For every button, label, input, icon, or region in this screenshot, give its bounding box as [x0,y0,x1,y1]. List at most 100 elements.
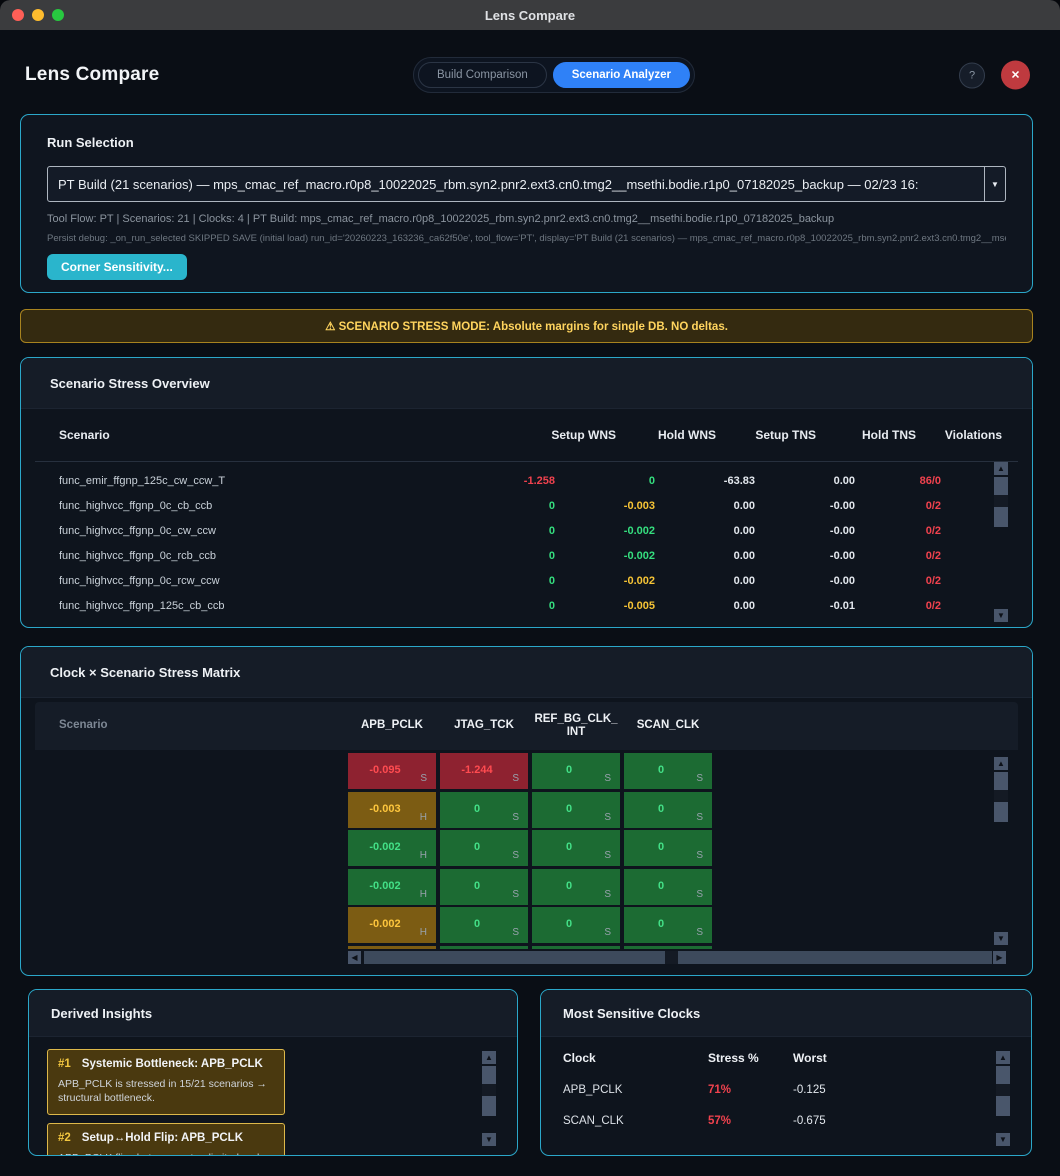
scroll-down-icon[interactable]: ▼ [994,609,1008,622]
insight-rank: #2 [58,1132,71,1144]
matrix-vertical-scrollbar[interactable]: ▲ ▼ [994,757,1008,945]
scroll-down-icon[interactable]: ▼ [994,932,1008,945]
zoom-traffic-light[interactable] [52,9,64,21]
scrollbar-thumb[interactable] [994,477,1008,495]
minimize-traffic-light[interactable] [32,9,44,21]
matrix-cell[interactable]: -0.002H [348,830,436,866]
hold-wns-value: -0.002 [555,550,655,562]
matrix-cell[interactable]: 0S [532,830,620,866]
cell-value: 0 [440,880,514,892]
table-row[interactable]: func_highvcc_ffgnp_0c_rcb_ccb 0 -0.002 0… [35,543,1018,568]
table-row[interactable]: func_emir_ffgnp_125c_cw_ccw_T -1.258 0 -… [35,468,1018,493]
matrix-cell[interactable]: 0S [532,869,620,905]
matrix-cell[interactable]: -0.095S [348,753,436,789]
matrix-cell[interactable]: -0.002H [348,869,436,905]
matrix-cell[interactable]: 0S [440,792,528,828]
matrix-cell[interactable] [532,946,620,950]
hold-wns-value: -0.002 [555,525,655,537]
close-traffic-light[interactable] [12,9,24,21]
cell-value: 0 [532,918,606,930]
cell-type-tag: S [604,773,611,784]
close-button[interactable]: ✕ [1001,61,1030,90]
matrix-scenario-name [59,942,344,949]
scroll-up-icon[interactable]: ▲ [482,1051,496,1064]
clocks-table-header: Clock Stress % Worst [563,1051,1009,1065]
tab-build-comparison[interactable]: Build Comparison [418,62,547,88]
scrollbar-thumb[interactable] [994,507,1008,527]
insights-scrollbar[interactable]: ▲ ▼ [482,1051,496,1146]
table-row[interactable]: func_highvcc_ffgnp_0c_rcw_ccw 0 -0.002 0… [35,568,1018,593]
matrix-row [348,946,716,950]
matrix-cell[interactable]: 0S [624,753,712,789]
scenario-name: func_highvcc_ffgnp_125c_cb_ccb [35,600,510,612]
scrollbar-thumb[interactable] [482,1066,496,1084]
matrix-cell[interactable]: -1.244S [440,753,528,789]
matrix-cell[interactable]: -0.002H [348,907,436,943]
tab-scenario-analyzer[interactable]: Scenario Analyzer [553,62,690,88]
matrix-cell-grid: -0.095S-1.244S0S0S-0.003H0S0S0S-0.002H0S… [348,753,716,949]
cell-value: -0.003 [348,803,422,815]
scroll-up-icon[interactable]: ▲ [996,1051,1010,1064]
matrix-cell[interactable]: 0S [440,830,528,866]
column-header-violations: Violations [916,428,1002,442]
overview-scrollbar[interactable]: ▲ ▼ [994,462,1008,622]
scrollbar-thumb[interactable] [994,802,1008,822]
chevron-down-icon: ▼ [984,167,1005,201]
cell-value: 0 [532,764,606,776]
matrix-panel-title: Clock × Scenario Stress Matrix [21,665,240,680]
clocks-scrollbar[interactable]: ▲ ▼ [996,1051,1010,1146]
cell-value: 0 [624,880,698,892]
matrix-cell[interactable]: 0S [532,753,620,789]
page-title: Lens Compare [25,64,159,86]
matrix-scenario-name [59,925,344,942]
run-dropdown[interactable]: PT Build (21 scenarios) — mps_cmac_ref_m… [47,166,1006,202]
scroll-down-icon[interactable]: ▼ [482,1133,496,1146]
clocks-panel-header: Most Sensitive Clocks [541,990,1031,1037]
table-row[interactable]: func_highvcc_ffgnp_0c_cb_ccb 0 -0.003 0.… [35,493,1018,518]
matrix-row: -0.003H0S0S0S [348,792,716,828]
setup-tns-value: 0.00 [655,500,755,512]
column-header-scan-clk: SCAN_CLK [624,719,712,732]
scroll-right-icon[interactable]: ▶ [993,951,1006,964]
scrollbar-thumb[interactable] [364,951,992,964]
scroll-left-icon[interactable]: ◀ [348,951,361,964]
scrollbar-thumb[interactable] [482,1096,496,1116]
scrollbar-thumb[interactable] [996,1096,1010,1116]
cell-value: 0 [624,764,698,776]
matrix-table-header: Scenario APB_PCLK JTAG_TCK REF_BG_CLK_ I… [35,702,1018,750]
matrix-cell[interactable]: 0S [440,869,528,905]
matrix-body: -0.095S-1.244S0S0S-0.003H0S0S0S-0.002H0S… [35,753,1018,949]
scroll-down-icon[interactable]: ▼ [996,1133,1010,1146]
scrollbar-thumb[interactable] [996,1066,1010,1084]
scroll-up-icon[interactable]: ▲ [994,757,1008,770]
scrollbar-thumb[interactable] [994,772,1008,790]
cell-value: -1.244 [440,764,514,776]
cell-value: -0.095 [348,764,422,776]
matrix-cell[interactable]: -0.003H [348,792,436,828]
table-row[interactable]: SCAN_CLK 57% -0.675 [563,1115,1009,1127]
matrix-cell[interactable]: 0S [624,907,712,943]
insight-card[interactable]: #1 Systemic Bottleneck: APB_PCLK APB_PCL… [47,1049,285,1115]
table-row[interactable]: func_highvcc_ffgnp_125c_cb_ccb 0 -0.005 … [35,593,1018,618]
matrix-cell[interactable] [624,946,712,950]
corner-sensitivity-button[interactable]: Corner Sensitivity... [47,254,187,280]
scroll-up-icon[interactable]: ▲ [994,462,1008,475]
hold-wns-value: -0.005 [555,600,655,612]
table-row[interactable]: APB_PCLK 71% -0.125 [563,1084,1009,1096]
column-header-ref-bg-clk-int: REF_BG_CLK_ INT [532,713,620,739]
insight-card[interactable]: #2 Setup↔Hold Flip: APB_PCLK APB_PCLK fl… [47,1123,285,1156]
matrix-cell[interactable]: 0S [624,792,712,828]
matrix-cell[interactable] [440,946,528,950]
matrix-cell[interactable] [348,946,436,950]
matrix-cell[interactable]: 0S [624,869,712,905]
table-row[interactable]: func_highvcc_ffgnp_0c_cw_ccw 0 -0.002 0.… [35,518,1018,543]
cell-type-tag: S [512,812,519,823]
matrix-cell[interactable]: 0S [532,792,620,828]
help-button[interactable]: ? [959,62,985,88]
matrix-cell[interactable]: 0S [440,907,528,943]
matrix-cell[interactable]: 0S [624,830,712,866]
matrix-horizontal-scrollbar[interactable]: ◀ ▶ [348,951,1006,964]
setup-wns-value: 0 [449,575,555,587]
cell-value: 0 [624,803,698,815]
matrix-cell[interactable]: 0S [532,907,620,943]
